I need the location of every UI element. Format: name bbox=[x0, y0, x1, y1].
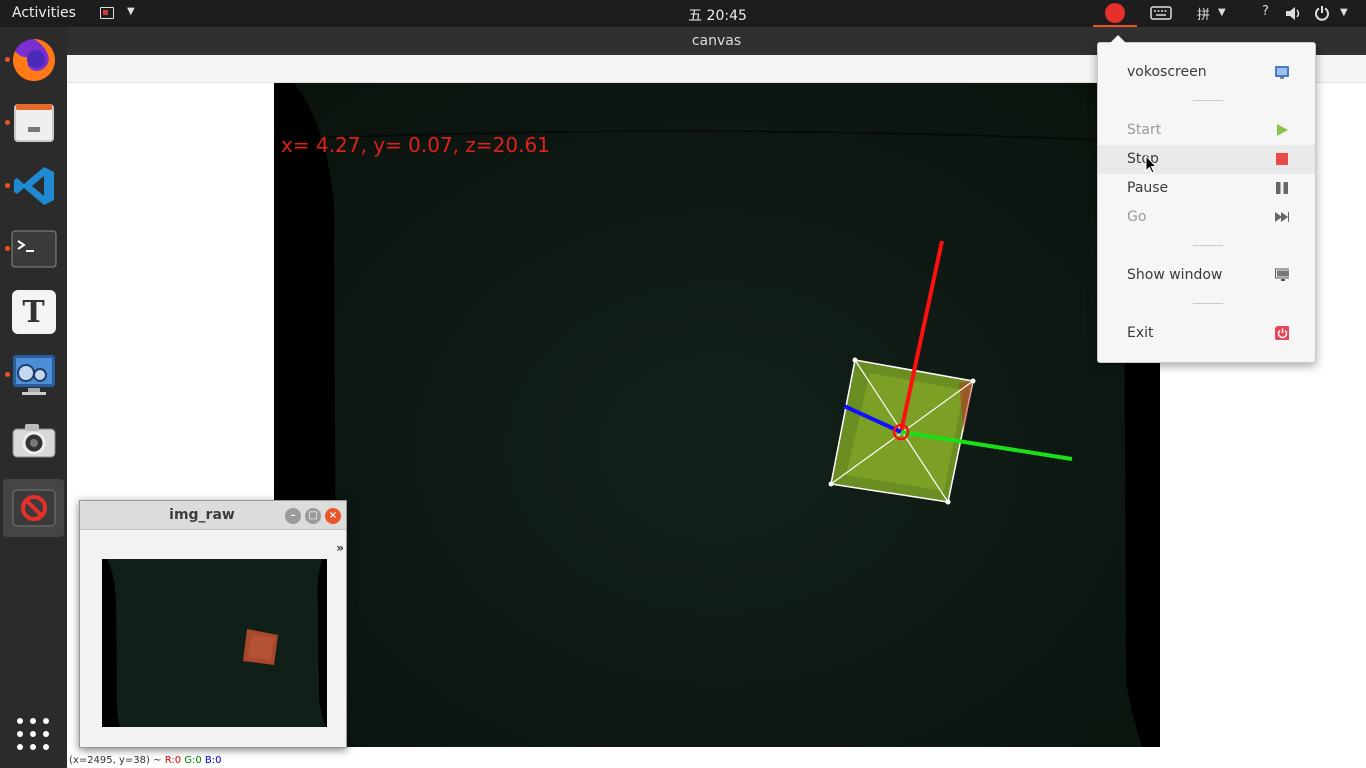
menu-item-go[interactable]: Go bbox=[1098, 203, 1315, 232]
vokoscreen-icon bbox=[1275, 66, 1289, 79]
window-title: img_raw bbox=[169, 507, 235, 523]
menu-item-label: Go bbox=[1127, 209, 1147, 225]
running-indicator bbox=[5, 120, 10, 125]
menu-separator bbox=[1193, 303, 1223, 304]
dock-item-vscode[interactable] bbox=[3, 157, 64, 215]
menu-separator bbox=[1193, 100, 1223, 101]
raw-camera-feed[interactable] bbox=[102, 559, 327, 727]
camera-icon bbox=[12, 424, 55, 458]
dock-item-firefox[interactable] bbox=[3, 31, 64, 89]
volume-icon[interactable] bbox=[1285, 6, 1302, 21]
running-indicator bbox=[5, 246, 10, 251]
terminal-icon bbox=[11, 230, 56, 268]
menu-separator bbox=[1193, 245, 1223, 246]
vscode-icon bbox=[13, 167, 54, 205]
dock-item-video[interactable] bbox=[3, 346, 64, 404]
dock-item-files[interactable] bbox=[3, 94, 64, 152]
status-bar: (x=2495, y=38) ~ R:0 G:0 B:0 bbox=[67, 755, 1366, 768]
input-method-indicator[interactable]: 拼 bbox=[1197, 4, 1210, 23]
play-icon bbox=[1277, 124, 1288, 136]
video-recorder-icon bbox=[12, 355, 55, 395]
toolbar-overflow-button[interactable]: » bbox=[336, 541, 344, 555]
img-raw-window: img_raw – □ × » bbox=[79, 500, 347, 748]
mouse-cursor-icon bbox=[1145, 155, 1158, 174]
clock[interactable]: 五 20:45 bbox=[660, 5, 775, 25]
maximize-button[interactable]: □ bbox=[305, 508, 321, 524]
menu-item-pause[interactable]: Pause bbox=[1098, 174, 1315, 203]
chevron-down-icon[interactable]: ▼ bbox=[127, 6, 135, 17]
vokoscreen-tray-button[interactable] bbox=[1093, 0, 1137, 27]
text-editor-icon: T bbox=[11, 290, 56, 334]
top-bar: Activities ▼ 五 20:45 拼 ▼ ? ▼ bbox=[0, 0, 1366, 27]
vokoscreen-icon bbox=[12, 489, 55, 527]
pose-readout: x= 4.27, y= 0.07, z=20.61 bbox=[281, 133, 550, 157]
menu-item-label: Exit bbox=[1127, 325, 1154, 341]
menu-item-label: Start bbox=[1127, 122, 1162, 138]
img-raw-titlebar[interactable]: img_raw – □ × bbox=[80, 501, 346, 530]
cursor-coords: (x=2495, y=38) ~ bbox=[69, 755, 162, 766]
activities-button[interactable]: Activities bbox=[12, 5, 76, 21]
menu-item-label: vokoscreen bbox=[1127, 64, 1207, 80]
menu-item-vokoscreen[interactable]: vokoscreen bbox=[1098, 58, 1315, 87]
dock-item-camera[interactable] bbox=[3, 412, 64, 470]
menu-item-label: Pause bbox=[1127, 180, 1169, 196]
dock: T bbox=[0, 27, 67, 768]
chevron-down-icon[interactable]: ▼ bbox=[1218, 7, 1226, 18]
menu-item-stop[interactable]: Stop bbox=[1098, 145, 1315, 174]
files-icon bbox=[13, 104, 54, 142]
app-menu-icon[interactable] bbox=[100, 7, 114, 19]
menu-item-start[interactable]: Start bbox=[1098, 116, 1315, 145]
show-applications-icon[interactable] bbox=[17, 718, 49, 750]
dock-item-vokoscreen[interactable] bbox=[3, 479, 64, 537]
dock-item-text-editor[interactable]: T bbox=[3, 283, 64, 341]
camera-feed[interactable]: x= 4.27, y= 0.07, z=20.61 bbox=[274, 83, 1160, 747]
red-value: R:0 bbox=[164, 755, 182, 766]
blue-value: B:0 bbox=[204, 755, 222, 766]
power-icon[interactable] bbox=[1314, 5, 1330, 21]
menu-item-exit[interactable]: Exit bbox=[1098, 319, 1315, 348]
menu-item-label: Show window bbox=[1127, 267, 1223, 283]
stop-icon bbox=[1276, 153, 1288, 165]
help-icon[interactable]: ? bbox=[1262, 4, 1269, 19]
record-icon bbox=[1105, 3, 1125, 23]
running-indicator bbox=[5, 372, 10, 377]
running-indicator bbox=[5, 183, 10, 188]
keyboard-icon[interactable] bbox=[1150, 6, 1172, 20]
window-title: canvas bbox=[691, 33, 742, 49]
fast-forward-icon bbox=[1275, 212, 1289, 222]
close-button[interactable]: × bbox=[325, 508, 341, 524]
firefox-icon bbox=[12, 39, 55, 81]
monitor-icon bbox=[1275, 268, 1289, 281]
vokoscreen-tray-menu: vokoscreen Start Stop Pause Go Show wind… bbox=[1097, 35, 1316, 363]
dock-item-terminal[interactable] bbox=[3, 220, 64, 278]
running-indicator bbox=[5, 57, 10, 62]
green-value: G:0 bbox=[184, 755, 202, 766]
pause-icon bbox=[1276, 182, 1288, 194]
menu-item-show-window[interactable]: Show window bbox=[1098, 261, 1315, 290]
power-icon bbox=[1275, 326, 1289, 340]
chevron-down-icon[interactable]: ▼ bbox=[1340, 7, 1348, 18]
minimize-button[interactable]: – bbox=[285, 508, 301, 524]
